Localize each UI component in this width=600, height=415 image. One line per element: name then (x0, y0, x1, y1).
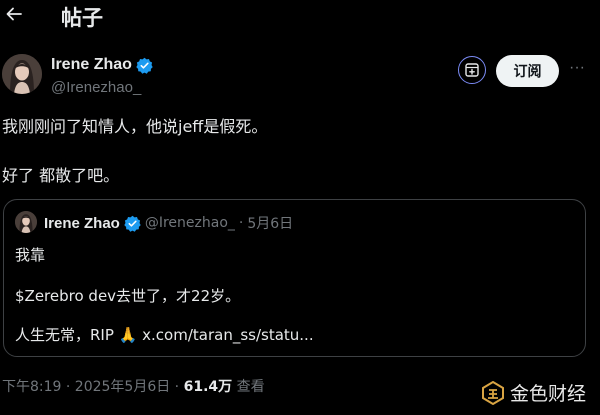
author-name-text: Irene Zhao (51, 56, 132, 73)
post-text-line-1: 我刚刚问了知情人，他说jeff是假死。 (2, 117, 268, 136)
verified-badge-icon (124, 215, 141, 232)
more-options-button[interactable]: ··· (568, 59, 586, 81)
views-label: 查看 (232, 379, 265, 395)
quoted-link[interactable]: x.com/taran_ss/statu... (142, 326, 313, 344)
watermark: 金色财经 (482, 379, 586, 406)
subscribe-button[interactable]: 订阅 (496, 55, 559, 87)
quoted-text-line-2: $Zerebro dev去世了，才22岁。 (15, 287, 241, 305)
post-timestamp[interactable]: 下午8:19 · 2025年5月6日 · (2, 379, 184, 395)
page-title: 帖子 (61, 6, 103, 30)
author-handle[interactable]: @Irenezhao_ (51, 79, 141, 96)
jinse-logo-icon (482, 380, 504, 405)
quoted-text-line-1: 我靠 (15, 246, 46, 264)
avatar-image (2, 54, 42, 94)
quoted-post-header: Irene Zhao @Irenezhao_ · 5月6日 (44, 213, 293, 233)
quoted-post-date: 5月6日 (247, 216, 294, 232)
watermark-text: 金色财经 (510, 383, 587, 405)
quoted-author-handle: @Irenezhao_ (144, 215, 235, 231)
meta-separator: · (238, 215, 244, 231)
top-bar: 帖子 (0, 0, 600, 32)
quoted-text-line-3: 人生无常，RIP 🙏 x.com/taran_ss/statu... (15, 324, 314, 345)
avatar[interactable] (2, 54, 42, 94)
verified-badge-icon (136, 57, 153, 74)
author-name[interactable]: Irene Zhao (51, 56, 153, 74)
quoted-post[interactable]: Irene Zhao @Irenezhao_ · 5月6日 我靠 $Zerebr… (3, 199, 586, 357)
bookmark-plus-icon (465, 63, 479, 77)
praying-hands-emoji: 🙏 (118, 326, 138, 344)
quoted-author-name: Irene Zhao (44, 214, 120, 232)
quoted-avatar-image (15, 211, 37, 233)
back-button[interactable] (4, 4, 24, 24)
view-count: 61.4万 (183, 379, 233, 395)
quoted-text-line-3-text: 人生无常，RIP (15, 326, 114, 344)
post-text-line-2: 好了 都散了吧。 (2, 166, 120, 185)
post-meta: 下午8:19 · 2025年5月6日 · 61.4万 查看 (2, 376, 265, 396)
save-to-list-button[interactable] (458, 56, 486, 84)
arrow-left-icon (6, 7, 22, 21)
quoted-avatar (15, 211, 37, 233)
more-dots-icon: ··· (569, 59, 585, 76)
